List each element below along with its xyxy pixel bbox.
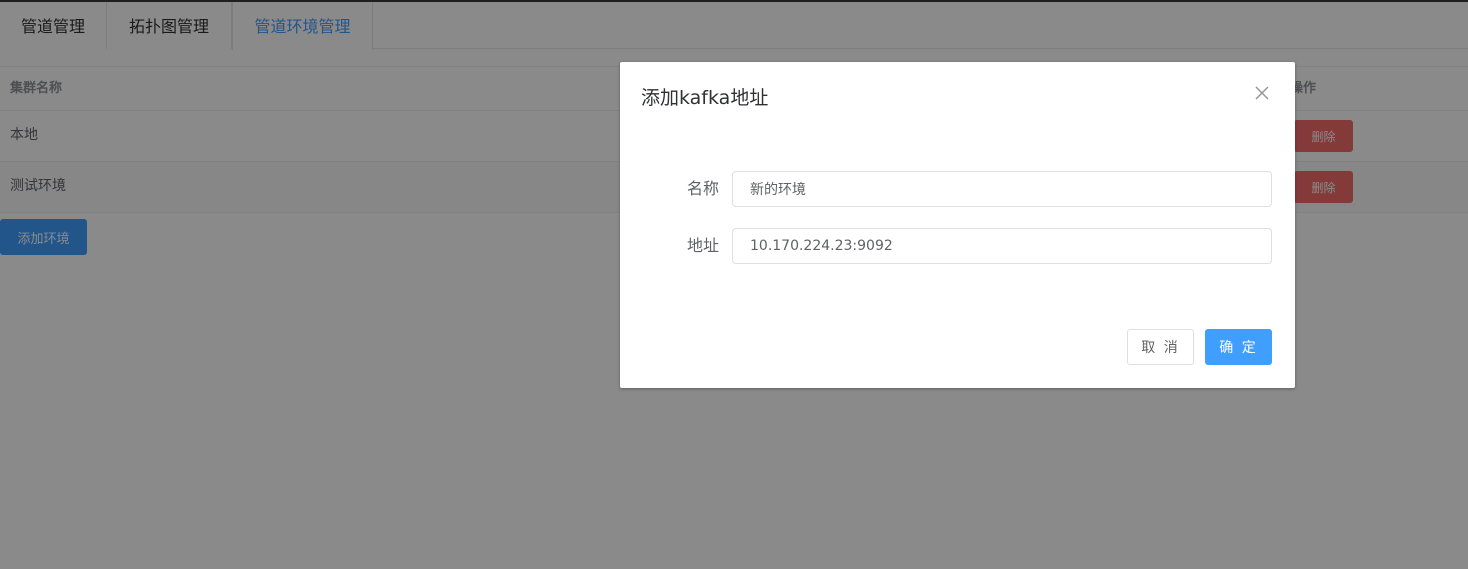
- dialog-title: 添加kafka地址: [641, 87, 769, 109]
- name-input[interactable]: [732, 171, 1272, 207]
- cancel-button[interactable]: 取 消: [1127, 329, 1194, 365]
- add-kafka-address-dialog: 添加kafka地址 名称 地址 取 消 确 定: [620, 62, 1295, 388]
- confirm-button[interactable]: 确 定: [1205, 329, 1272, 365]
- close-icon-glyph: [1255, 86, 1269, 100]
- name-label: 名称: [686, 179, 719, 198]
- close-icon[interactable]: [1253, 84, 1271, 102]
- address-input[interactable]: [732, 228, 1272, 264]
- address-label: 地址: [686, 236, 719, 255]
